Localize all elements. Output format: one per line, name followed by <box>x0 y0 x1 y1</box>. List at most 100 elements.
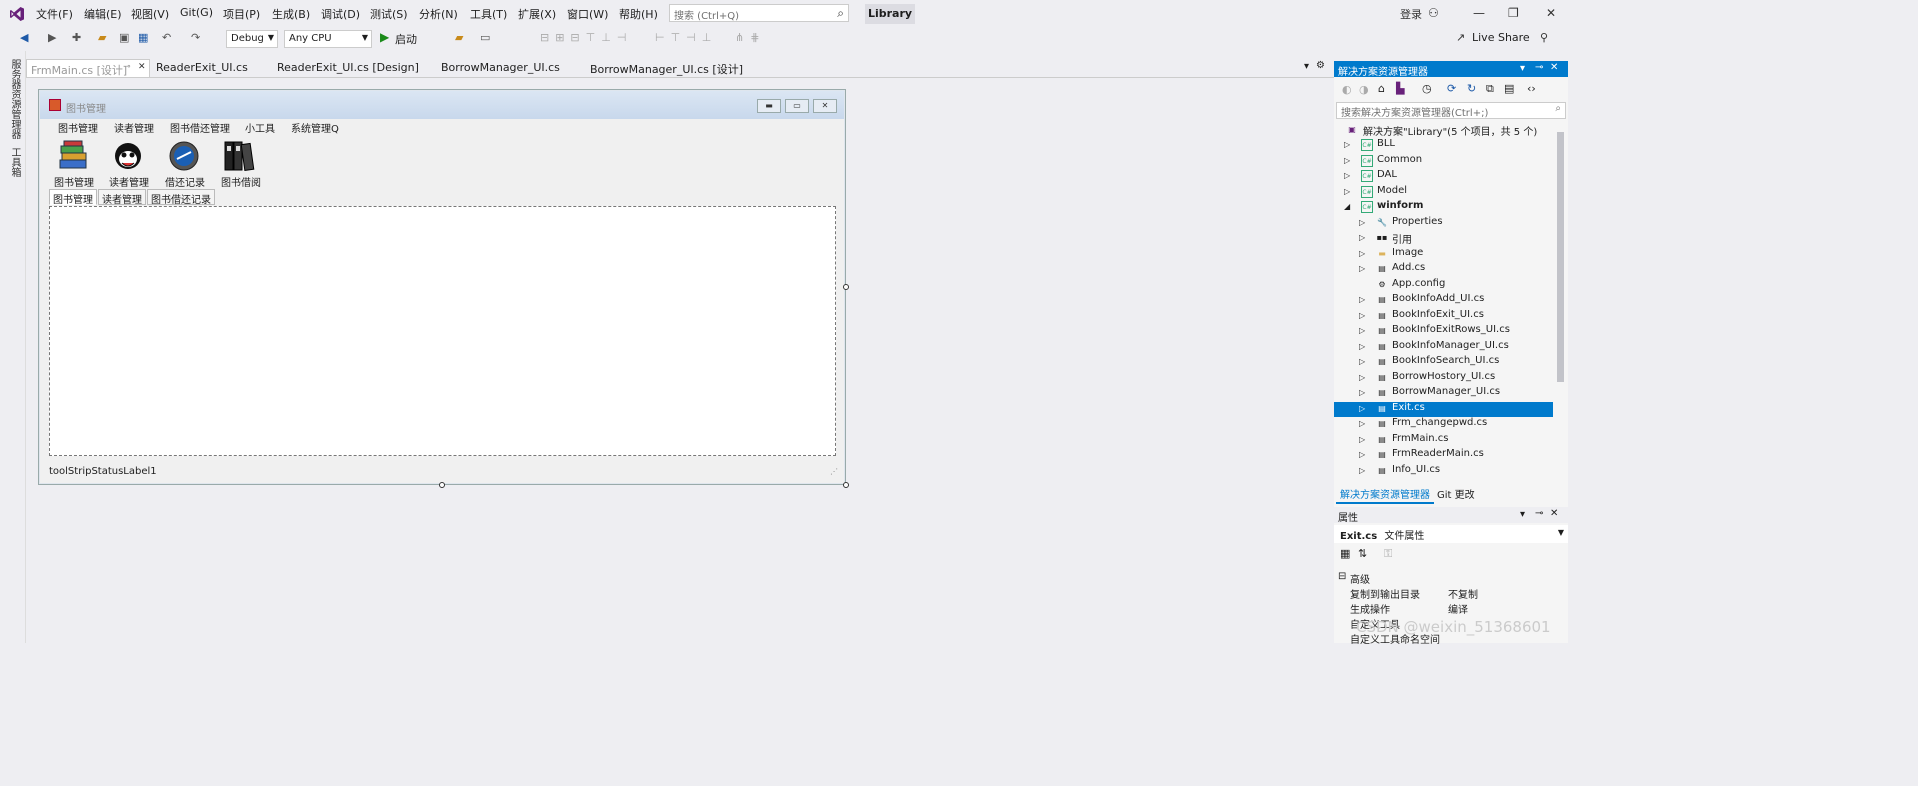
start-icon[interactable]: ▶ <box>380 30 389 44</box>
form-menu-reader-manage[interactable]: 读者管理 <box>114 120 154 135</box>
expand-arrow-icon[interactable]: ▷ <box>1359 295 1365 304</box>
login-link[interactable]: 登录 <box>1400 6 1422 22</box>
expand-arrow-icon[interactable]: ▷ <box>1359 342 1365 351</box>
start-button[interactable]: 启动 <box>395 31 417 47</box>
tree-item[interactable]: ◢ C# winform <box>1334 200 1554 215</box>
menu-git[interactable]: Git(G) <box>180 6 213 19</box>
panel-pin-icon[interactable]: ⊸ <box>1535 508 1543 519</box>
winform-designer-form[interactable]: 图书管理 ▬ ▭ ✕ 图书管理 读者管理 图书借还管理 小工具 系统管理Q 图书… <box>38 89 846 485</box>
open-file-icon[interactable]: ▰ <box>98 31 106 44</box>
form-menu-book-manage[interactable]: 图书管理 <box>58 120 98 135</box>
tab-list-dropdown-icon[interactable]: ▾ <box>1304 61 1309 72</box>
expand-arrow-icon[interactable]: ▷ <box>1359 249 1365 258</box>
menu-analyze[interactable]: 分析(N) <box>419 6 458 22</box>
expand-arrow-icon[interactable]: ▷ <box>1344 171 1350 180</box>
close-icon[interactable]: ✕ <box>1546 6 1556 20</box>
order-tools-icon[interactable]: ⋔⋕ <box>735 31 765 44</box>
menu-tools[interactable]: 工具(T) <box>470 6 507 22</box>
expand-arrow-icon[interactable]: ▷ <box>1359 373 1365 382</box>
borrow-record-dial-icon[interactable] <box>167 140 201 172</box>
forward-icon[interactable]: ▶ <box>48 31 56 44</box>
tab-git-changes[interactable]: Git 更改 <box>1433 485 1479 502</box>
expand-arrow-icon[interactable]: ▷ <box>1359 466 1365 475</box>
expand-arrow-icon[interactable]: ▷ <box>1359 311 1365 320</box>
redo-icon[interactable]: ↷ <box>191 31 200 44</box>
menu-edit[interactable]: 编辑(E) <box>84 6 122 22</box>
alphabetical-icon[interactable]: ⇅ <box>1358 547 1367 560</box>
expand-arrow-icon[interactable]: ▷ <box>1359 218 1365 227</box>
solution-explorer-search-input[interactable]: 搜索解决方案资源管理器(Ctrl+;) ⌕ <box>1336 102 1566 119</box>
scrollbar-thumb[interactable] <box>1557 132 1564 382</box>
collapse-all-icon[interactable]: ⧉ <box>1486 82 1494 96</box>
menu-window[interactable]: 窗口(W) <box>567 6 608 22</box>
form-tab-borrow-record[interactable]: 图书借还记录 <box>147 189 215 206</box>
books-stack-icon[interactable] <box>56 140 90 172</box>
tree-item[interactable]: ▷ C# DAL <box>1334 169 1554 184</box>
expand-arrow-icon[interactable]: ▷ <box>1359 326 1365 335</box>
expand-arrow-icon[interactable]: ▷ <box>1359 264 1365 273</box>
collapse-arrow-icon[interactable]: ◢ <box>1344 202 1350 211</box>
form-tab-reader-manage[interactable]: 读者管理 <box>98 189 146 206</box>
panel-pin-icon[interactable]: ⊸ <box>1535 62 1543 73</box>
search-input[interactable]: 搜索 (Ctrl+Q) ⌕ <box>669 4 849 22</box>
expand-arrow-icon[interactable]: ▷ <box>1344 156 1350 165</box>
live-share-icon[interactable]: ↗ <box>1456 31 1465 44</box>
toolbox-tab[interactable]: 工具箱 <box>7 147 22 177</box>
tree-item[interactable]: ▷ ▤ BookInfoExitRows_UI.cs <box>1334 324 1554 339</box>
save-all-icon[interactable]: ▦ <box>138 31 148 44</box>
new-project-icon[interactable]: ✚ <box>72 31 81 44</box>
expand-arrow-icon[interactable]: ▷ <box>1344 187 1350 196</box>
tab-borrowmanager-ui-design[interactable]: BorrowManager_UI.cs [设计] <box>586 59 747 77</box>
expand-arrow-icon[interactable]: ▷ <box>1359 388 1365 397</box>
properties-object-selector[interactable]: Exit.cs 文件属性 ▼ <box>1334 525 1568 543</box>
refresh-icon[interactable]: ↻ <box>1467 82 1476 95</box>
menu-debug[interactable]: 调试(D) <box>321 6 360 22</box>
tree-item[interactable]: ▷ ▬ Image <box>1334 247 1554 262</box>
form-tab-book-manage[interactable]: 图书管理 <box>49 189 97 206</box>
menu-help[interactable]: 帮助(H) <box>619 6 658 22</box>
tree-item[interactable]: ▷ ▤ BookInfoAdd_UI.cs <box>1334 293 1554 308</box>
form-menu-borrow-manage[interactable]: 图书借还管理 <box>170 120 230 135</box>
tree-item[interactable]: ▷ ▤ Exit.cs <box>1334 401 1554 417</box>
pin-icon[interactable]: ⊸ <box>123 62 131 72</box>
menu-project[interactable]: 项目(P) <box>223 6 260 22</box>
tree-solution-root[interactable]: ▣ 解决方案"Library"(5 个项目，共 5 个) <box>1334 123 1554 138</box>
save-icon[interactable]: ▣ <box>119 31 129 44</box>
menu-extensions[interactable]: 扩展(X) <box>518 6 556 22</box>
property-row[interactable]: 生成操作 编译 <box>1334 600 1568 616</box>
resize-handle-right[interactable] <box>843 284 849 290</box>
tree-item[interactable]: ▷ 🔧 Properties <box>1334 216 1554 231</box>
tab-borrowmanager-ui[interactable]: BorrowManager_UI.cs <box>437 59 564 77</box>
property-category[interactable]: ⊟ 高级 <box>1334 570 1568 586</box>
tree-item[interactable]: ▷ C# Common <box>1334 154 1554 169</box>
visual-studio-logo-icon[interactable] <box>9 6 25 22</box>
property-value[interactable]: 不复制 <box>1448 586 1478 601</box>
tree-item[interactable]: ▷ ▤ BorrowHostory_UI.cs <box>1334 371 1554 386</box>
undo-icon[interactable]: ↶ <box>162 31 171 44</box>
tree-item[interactable]: ▷ ▤ BookInfoExit_UI.cs <box>1334 309 1554 324</box>
expand-arrow-icon[interactable]: ▷ <box>1359 450 1365 459</box>
tree-item[interactable]: ▷ ▤ BorrowManager_UI.cs <box>1334 386 1554 401</box>
categorized-icon[interactable]: ▦ <box>1340 547 1350 560</box>
solution-explorer-scrollbar[interactable] <box>1553 130 1568 485</box>
tree-item[interactable]: ▷ ▤ Add.cs <box>1334 262 1554 277</box>
spacing-tools-icon[interactable]: ⊢⊤⊣⊥ <box>655 31 717 44</box>
tree-item[interactable]: ▷ ▤ BookInfoManager_UI.cs <box>1334 340 1554 355</box>
panel-close-icon[interactable]: ✕ <box>1550 508 1558 519</box>
forward-icon[interactable]: ◑ <box>1359 83 1369 96</box>
server-explorer-tab[interactable]: 服务器资源管理器 <box>7 59 22 139</box>
configuration-select[interactable]: Debug ▼ <box>226 30 278 48</box>
status-label[interactable]: toolStripStatusLabel1 <box>49 466 157 477</box>
switch-view-icon[interactable]: ▙ <box>1396 82 1404 95</box>
menu-build[interactable]: 生成(B) <box>272 6 310 22</box>
resize-grip-icon[interactable]: ⋰ <box>830 467 838 476</box>
restore-icon[interactable]: ❐ <box>1508 6 1519 20</box>
tree-item[interactable]: ▷ ▤ BookInfoSearch_UI.cs <box>1334 355 1554 370</box>
menu-view[interactable]: 视图(V) <box>131 6 169 22</box>
expand-arrow-icon[interactable]: ▷ <box>1359 435 1365 444</box>
tab-frmmain-design[interactable]: FrmMain.cs [设计] ⊸ ✕ <box>26 59 150 77</box>
menu-test[interactable]: 测试(S) <box>370 6 408 22</box>
browse-icon[interactable]: ▰ <box>455 31 463 44</box>
tab-page-content[interactable] <box>49 206 836 456</box>
tab-readerexit-ui[interactable]: ReaderExit_UI.cs <box>152 59 252 77</box>
